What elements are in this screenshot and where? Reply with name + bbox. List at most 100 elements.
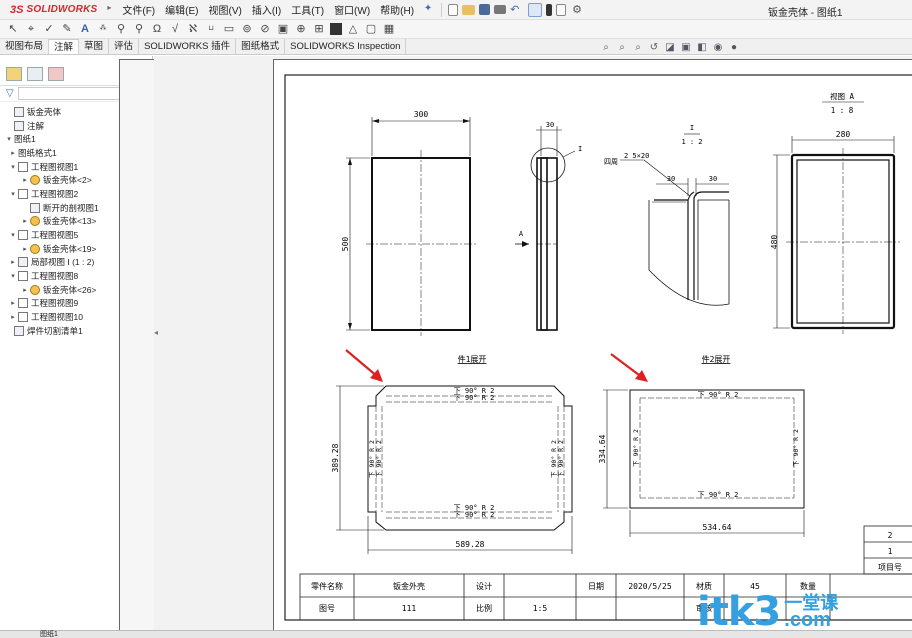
revision-symbol-icon[interactable]: △ (346, 22, 360, 36)
revision-cloud-icon[interactable]: ▢ (364, 22, 378, 36)
blocks-icon[interactable]: ▣ (276, 22, 290, 36)
expand-arrow-icon[interactable]: ▸ (20, 176, 30, 184)
tab-evaluate[interactable]: 评估 (109, 39, 140, 54)
balloon-icon[interactable]: ⚲ (114, 22, 128, 36)
expand-arrow-icon[interactable]: ▸ (8, 299, 18, 307)
tb-item-2: 2 (888, 531, 893, 540)
menu-pin-arrow-icon[interactable]: ▸ (107, 3, 115, 17)
center-mark-icon[interactable]: ⊕ (294, 22, 308, 36)
tb-part-name-label: 零件名称 (311, 581, 343, 591)
magnetic-line-icon[interactable]: Ω (150, 22, 164, 36)
collapse-arrow-icon[interactable]: ▾ (8, 190, 18, 198)
expand-arrow-icon[interactable]: ▸ (8, 149, 18, 157)
previous-view-icon[interactable]: ↺ (648, 42, 661, 54)
centerline-icon[interactable]: ⊞ (312, 22, 326, 36)
dimxpert-tab-icon[interactable] (48, 67, 64, 81)
detail-scale: 1 : 2 (681, 138, 702, 146)
menu-insert[interactable]: 插入(I) (247, 2, 286, 17)
itk3-watermark: itk3 一堂课 .com (697, 590, 897, 634)
format-painter-icon[interactable]: ✎ (60, 22, 74, 36)
front-view[interactable] (346, 117, 476, 336)
part1-bend-note-right-2: 下 90° R 2 (557, 440, 565, 478)
expand-arrow-icon[interactable]: ▸ (20, 217, 30, 225)
view-a[interactable] (773, 136, 900, 334)
part2-bend-note-left: 下 90° R 2 (632, 429, 640, 467)
area-hatch-icon[interactable] (330, 23, 342, 35)
zoom-to-area-icon[interactable]: ⌕ (616, 42, 629, 54)
weld-symbol-icon[interactable]: ℵ (186, 22, 200, 36)
sheet-tab[interactable]: 图纸1 (40, 631, 58, 638)
tab-annotation[interactable]: 注解 (49, 39, 80, 54)
tb-part-name-value: 钣金外壳 (393, 581, 425, 591)
options-gear-icon[interactable]: ⚙ (570, 3, 584, 17)
menu-help[interactable]: 帮助(H) (375, 2, 419, 17)
linear-note-pattern-icon[interactable]: ⁂ (96, 22, 110, 36)
model-items-icon[interactable]: ⌖ (24, 22, 38, 36)
part1-flat-title: 件1展开 (458, 354, 487, 364)
menu-file[interactable]: 文件(F) (117, 2, 160, 17)
tab-solidworks-addins[interactable]: SOLIDWORKS 插件 (139, 39, 237, 54)
menu-view[interactable]: 视图(V) (203, 2, 246, 17)
dim-500-label: 500 (341, 237, 350, 252)
expand-arrow-icon[interactable]: ▸ (8, 313, 18, 321)
drawing-sheet[interactable]: 300 500 A 30 I I 1: 2 四周 2 5×20 30 30 视… (273, 59, 912, 630)
view-a-arrow-label: A (519, 230, 524, 238)
datum-feature-icon[interactable]: ⊚ (240, 22, 254, 36)
menu-tools[interactable]: 工具(T) (286, 2, 329, 17)
note-icon[interactable]: A (78, 22, 92, 36)
display-style-icon[interactable]: ◧ (696, 42, 709, 54)
part-icon (30, 243, 40, 254)
collapse-arrow-icon[interactable]: ▾ (8, 231, 18, 239)
filter-funnel-icon[interactable]: ▽ (6, 88, 14, 99)
side-view[interactable] (530, 126, 576, 331)
expand-arrow-icon[interactable]: ▸ (20, 286, 30, 294)
part-icon (30, 284, 40, 295)
watermark-suffix: 一堂课 .com (784, 594, 838, 630)
datum-target-icon[interactable]: ⊘ (258, 22, 272, 36)
hole-callout-icon[interactable]: ⊔ (204, 22, 218, 36)
section-view-icon[interactable]: ◪ (664, 42, 677, 54)
spell-check-icon[interactable]: ✓ (42, 22, 56, 36)
feature-manager-tab-icon[interactable] (6, 67, 22, 81)
open-icon[interactable] (462, 4, 476, 15)
save-icon[interactable] (479, 4, 491, 15)
tab-sketch[interactable]: 草图 (79, 39, 110, 54)
geometric-tolerance-icon[interactable]: ▭ (222, 22, 236, 36)
solidworks-logo[interactable]: 3S SOLIDWORKS (0, 0, 105, 20)
select-icon[interactable] (528, 2, 543, 17)
file-properties-icon[interactable] (556, 3, 567, 16)
zoom-to-sheet-icon[interactable]: ⌕ (632, 42, 645, 54)
smart-dimension-icon[interactable]: ↖ (6, 22, 20, 36)
zoom-to-fit-icon[interactable]: ⌕ (600, 42, 613, 54)
view-orientation-icon[interactable]: ▣ (680, 42, 693, 54)
tab-solidworks-inspection[interactable]: SOLIDWORKS Inspection (285, 39, 407, 54)
undo-icon[interactable]: ↶ (510, 3, 524, 17)
logo-mark: 3S (10, 3, 24, 16)
dim-589-label: 589.28 (456, 540, 485, 549)
collapse-arrow-icon[interactable]: ▾ (8, 272, 18, 280)
expand-arrow-icon[interactable]: ▸ (20, 245, 30, 253)
tree-item-label: 图纸格式1 (18, 147, 57, 158)
tab-sheet-format[interactable]: 图纸格式 (236, 39, 286, 54)
panel-collapse-handle-icon[interactable]: ◂ (154, 328, 158, 337)
tree-item-label: 钣金壳体<2> (43, 175, 92, 186)
surface-finish-icon[interactable]: √ (168, 22, 182, 36)
tab-view-layout[interactable]: 视图布局 (0, 39, 50, 54)
tree-item[interactable]: ▸ 图纸格式1 (0, 59, 769, 638)
expand-arrow-icon[interactable]: ▸ (8, 258, 18, 266)
collapse-arrow-icon[interactable]: ▾ (4, 135, 14, 143)
appearance-icon[interactable]: ● (728, 42, 741, 54)
pin-icon[interactable]: ✦ (421, 3, 435, 17)
hide-show-items-icon[interactable]: ◉ (712, 42, 725, 54)
drawing-svg: 300 500 A 30 I I 1: 2 四周 2 5×20 30 30 视… (284, 74, 912, 621)
drawing-canvas[interactable]: 300 500 A 30 I I 1: 2 四周 2 5×20 30 30 视… (154, 56, 912, 630)
print-icon[interactable] (494, 5, 507, 14)
menu-edit[interactable]: 编辑(E) (160, 2, 203, 17)
traffic-light-icon[interactable] (546, 3, 553, 16)
menu-window[interactable]: 窗口(W) (329, 2, 375, 17)
collapse-arrow-icon[interactable]: ▾ (8, 163, 18, 171)
table-icon[interactable]: ▦ (382, 22, 396, 36)
property-manager-tab-icon[interactable] (27, 67, 43, 81)
new-document-icon[interactable] (448, 3, 459, 16)
auto-balloon-icon[interactable]: ⚲ (132, 22, 146, 36)
